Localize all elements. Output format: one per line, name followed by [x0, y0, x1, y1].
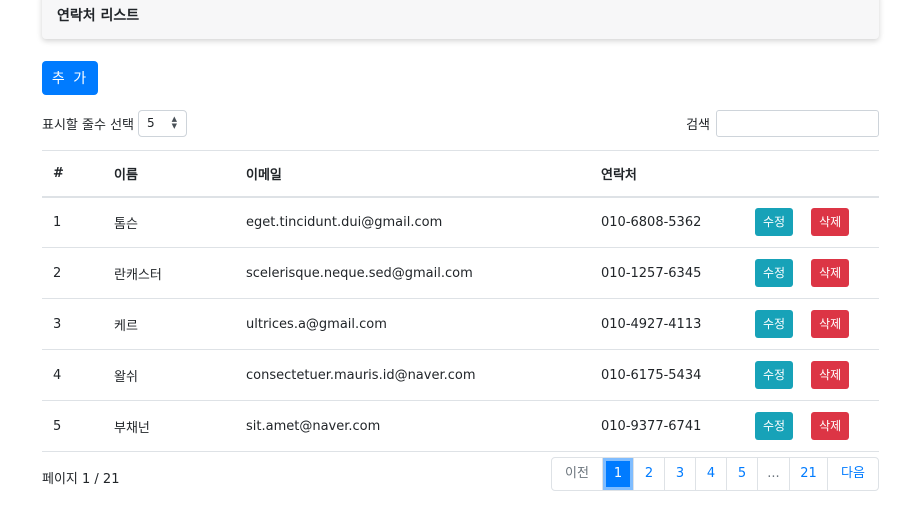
- delete-button[interactable]: 삭제: [811, 259, 850, 287]
- row-phone: 010-6808-5362: [590, 196, 752, 248]
- row-actions: 수정 삭제: [752, 196, 879, 248]
- edit-button[interactable]: 수정: [755, 259, 794, 287]
- row-name: 케르: [102, 298, 235, 350]
- row-phone: 010-1257-6345: [590, 247, 752, 299]
- row-actions: 수정 삭제: [752, 247, 879, 299]
- delete-button[interactable]: 삭제: [811, 412, 850, 440]
- page-button-4[interactable]: 4: [695, 458, 726, 490]
- card-header: 연락처 리스트: [42, 0, 879, 39]
- row-number: 4: [42, 349, 102, 401]
- prev-page-button[interactable]: 이전: [552, 458, 602, 490]
- column-header-name: 이름: [102, 150, 235, 198]
- delete-button[interactable]: 삭제: [811, 310, 850, 338]
- contacts-table: # 이름 이메일 연락처 1 톰슨 eget.tincidunt.dui@gma…: [42, 150, 879, 452]
- page-button-3[interactable]: 3: [664, 458, 695, 490]
- row-name: 왈쉬: [102, 349, 235, 401]
- page-title: 연락처 리스트: [57, 8, 140, 24]
- edit-button[interactable]: 수정: [755, 208, 794, 237]
- row-email: scelerisque.neque.sed@gmail.com: [235, 247, 590, 299]
- column-header-phone: 연락처: [590, 150, 752, 198]
- row-email: consectetuer.mauris.id@naver.com: [235, 349, 590, 401]
- row-number: 5: [42, 400, 102, 452]
- row-name: 부채넌: [102, 400, 235, 452]
- row-email: sit.amet@naver.com: [235, 400, 590, 452]
- add-contact-button[interactable]: 추 가: [42, 61, 98, 95]
- table-header-row: # 이름 이메일 연락처: [42, 150, 879, 198]
- edit-button[interactable]: 수정: [755, 361, 794, 389]
- row-phone: 010-4927-4113: [590, 298, 752, 350]
- row-number: 1: [42, 196, 102, 248]
- column-header-actions: [752, 150, 879, 198]
- page-button-1[interactable]: 1: [602, 458, 633, 490]
- row-name: 란캐스터: [102, 247, 235, 299]
- row-email: ultrices.a@gmail.com: [235, 298, 590, 350]
- row-number: 3: [42, 298, 102, 350]
- delete-button[interactable]: 삭제: [811, 361, 850, 389]
- delete-button[interactable]: 삭제: [811, 208, 850, 237]
- column-header-email: 이메일: [235, 150, 590, 198]
- row-actions: 수정 삭제: [752, 298, 879, 350]
- table-row: 2 란캐스터 scelerisque.neque.sed@gmail.com 0…: [42, 247, 879, 299]
- page-info: 페이지 1 / 21: [42, 472, 120, 487]
- page-button-last[interactable]: 21: [789, 458, 827, 490]
- search-input[interactable]: [716, 110, 879, 137]
- updown-chevron-icon: ▲ ▼: [171, 115, 177, 130]
- next-page-button[interactable]: 다음: [827, 458, 878, 490]
- row-actions: 수정 삭제: [752, 349, 879, 401]
- rows-per-page-select[interactable]: 5 ▲ ▼: [138, 110, 187, 137]
- rows-per-page-value: 5: [147, 116, 155, 130]
- table-row: 1 톰슨 eget.tincidunt.dui@gmail.com 010-68…: [42, 196, 879, 248]
- row-phone: 010-6175-5434: [590, 349, 752, 401]
- edit-button[interactable]: 수정: [755, 412, 794, 440]
- row-number: 2: [42, 247, 102, 299]
- page-button-2[interactable]: 2: [633, 458, 664, 490]
- edit-button[interactable]: 수정: [755, 310, 794, 338]
- row-actions: 수정 삭제: [752, 400, 879, 452]
- rows-per-page-control: 표시할 줄수 선택 5 ▲ ▼: [42, 110, 187, 137]
- pagination: 이전 1 2 3 4 5 ... 21 다음: [551, 457, 879, 491]
- row-name: 톰슨: [102, 196, 235, 248]
- row-phone: 010-9377-6741: [590, 400, 752, 452]
- page-button-5[interactable]: 5: [726, 458, 757, 490]
- search-label: 검색: [686, 118, 710, 133]
- row-email: eget.tincidunt.dui@gmail.com: [235, 196, 590, 248]
- rows-per-page-label: 표시할 줄수 선택: [42, 118, 134, 133]
- table-row: 5 부채넌 sit.amet@naver.com 010-9377-6741 수…: [42, 400, 879, 452]
- column-header-number: #: [42, 150, 102, 198]
- table-row: 4 왈쉬 consectetuer.mauris.id@naver.com 01…: [42, 349, 879, 401]
- table-row: 3 케르 ultrices.a@gmail.com 010-4927-4113 …: [42, 298, 879, 350]
- page-ellipsis: ...: [757, 458, 789, 490]
- search-control: 검색: [686, 110, 879, 137]
